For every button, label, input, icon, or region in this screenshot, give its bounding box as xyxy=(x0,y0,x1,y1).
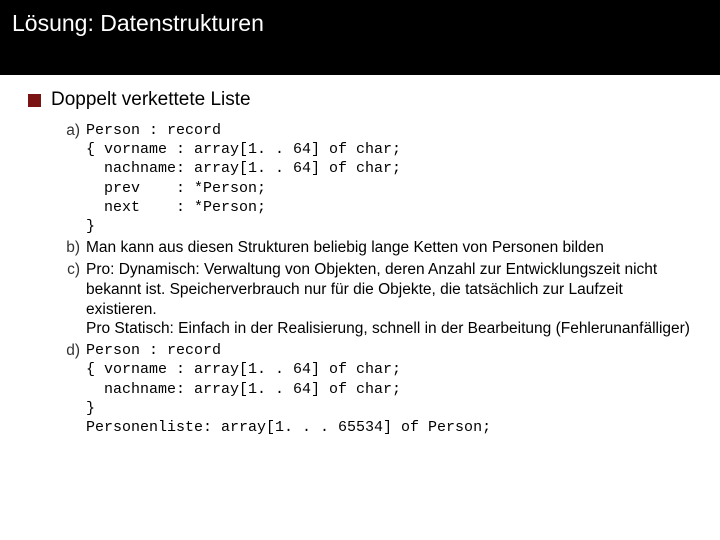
item-content: Person : record { vorname : array[1. . 6… xyxy=(86,341,692,437)
item-label: d) xyxy=(62,341,86,437)
list-item: c)Pro: Dynamisch: Verwaltung von Objekte… xyxy=(62,260,692,339)
slide-body: Doppelt verkettete Liste a)Person : reco… xyxy=(0,75,720,437)
list-item: a)Person : record { vorname : array[1. .… xyxy=(62,121,692,236)
item-label: a) xyxy=(62,121,86,236)
list-item: b)Man kann aus diesen Strukturen beliebi… xyxy=(62,238,692,258)
bullet-text: Doppelt verkettete Liste xyxy=(51,89,251,111)
item-content: Pro: Dynamisch: Verwaltung von Objekten,… xyxy=(86,260,692,339)
item-label: c) xyxy=(62,260,86,339)
list-item: d)Person : record { vorname : array[1. .… xyxy=(62,341,692,437)
square-bullet-icon xyxy=(28,94,41,107)
item-label: b) xyxy=(62,238,86,258)
item-content: Person : record { vorname : array[1. . 6… xyxy=(86,121,692,236)
bullet-row: Doppelt verkettete Liste xyxy=(28,89,692,111)
slide-header: Lösung: Datenstrukturen xyxy=(0,0,720,75)
item-content: Man kann aus diesen Strukturen beliebig … xyxy=(86,238,692,258)
items-list: a)Person : record { vorname : array[1. .… xyxy=(62,121,692,437)
slide-title: Lösung: Datenstrukturen xyxy=(12,10,708,37)
